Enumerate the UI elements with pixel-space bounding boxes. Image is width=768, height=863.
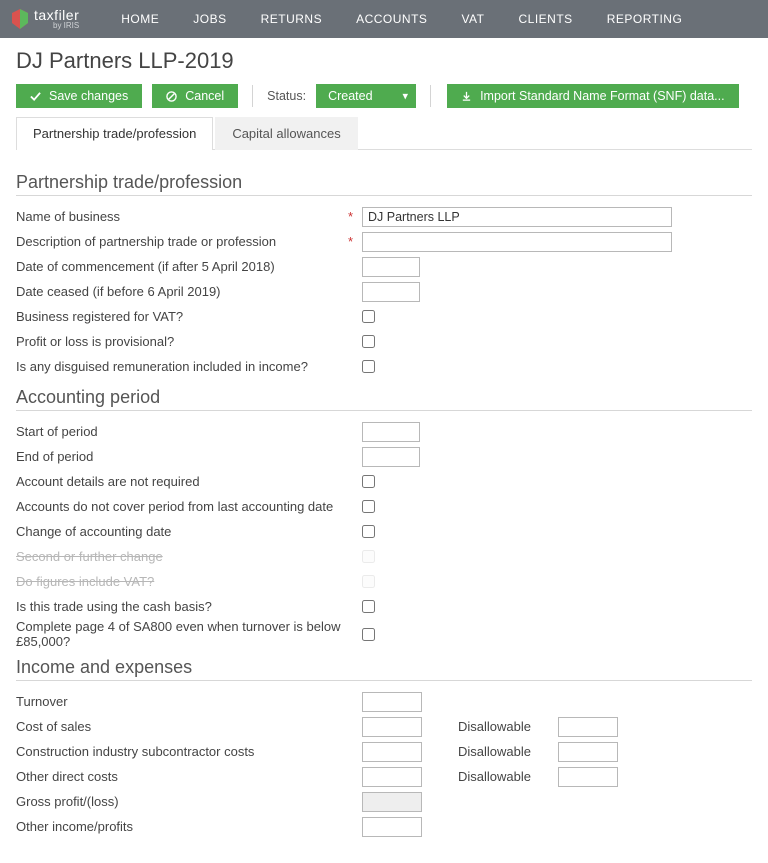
label-disallow-odc: Disallowable [458, 769, 558, 784]
label-description: Description of partnership trade or prof… [16, 234, 348, 249]
nav-clients[interactable]: CLIENTS [511, 8, 581, 30]
logo-icon [10, 9, 30, 29]
check-icon [30, 91, 41, 102]
input-cos-dis[interactable] [558, 717, 618, 737]
label-noacct: Account details are not required [16, 474, 348, 489]
import-button[interactable]: Import Standard Name Format (SNF) data..… [447, 84, 739, 108]
section-title-accounting: Accounting period [16, 387, 752, 408]
label-gross: Gross profit/(loss) [16, 794, 348, 809]
checkbox-vat[interactable] [362, 310, 375, 323]
action-bar: Save changes Cancel Status: Created Impo… [0, 82, 768, 116]
tab-capital-allowances[interactable]: Capital allowances [215, 117, 357, 150]
checkbox-figvat [362, 575, 375, 588]
separator [252, 85, 253, 107]
nav-returns[interactable]: RETURNS [253, 8, 331, 30]
label-turnover: Turnover [16, 694, 348, 709]
input-description[interactable] [362, 232, 672, 252]
label-odc: Other direct costs [16, 769, 348, 784]
label-other: Other income/profits [16, 819, 348, 834]
separator [430, 85, 431, 107]
input-ceased[interactable] [362, 282, 420, 302]
nav-home[interactable]: HOME [113, 8, 167, 30]
import-label: Import Standard Name Format (SNF) data..… [480, 89, 725, 103]
input-other[interactable] [362, 817, 422, 837]
label-change: Change of accounting date [16, 524, 348, 539]
checkbox-provisional[interactable] [362, 335, 375, 348]
brand-byline: by IRIS [34, 22, 79, 30]
label-disguised: Is any disguised remuneration included i… [16, 359, 348, 374]
top-navbar: taxfiler by IRIS HOME JOBS RETURNS ACCOU… [0, 0, 768, 38]
input-turnover[interactable] [362, 692, 422, 712]
required-icon: * [348, 209, 356, 224]
section-title-income: Income and expenses [16, 657, 752, 678]
input-end[interactable] [362, 447, 420, 467]
label-disallow-cos: Disallowable [458, 719, 558, 734]
nav-jobs[interactable]: JOBS [185, 8, 234, 30]
label-commencement: Date of commencement (if after 5 April 2… [16, 259, 348, 274]
label-name: Name of business [16, 209, 348, 224]
label-notcover: Accounts do not cover period from last a… [16, 499, 348, 514]
checkbox-notcover[interactable] [362, 500, 375, 513]
checkbox-change[interactable] [362, 525, 375, 538]
label-figvat: Do figures include VAT? [16, 574, 348, 589]
import-icon [461, 91, 472, 102]
brand-name: taxfiler [34, 8, 79, 22]
label-end: End of period [16, 449, 348, 464]
label-cis: Construction industry subcontractor cost… [16, 744, 348, 759]
input-odc[interactable] [362, 767, 422, 787]
nav-accounts[interactable]: ACCOUNTS [348, 8, 435, 30]
checkbox-second [362, 550, 375, 563]
label-disallow-cis: Disallowable [458, 744, 558, 759]
cancel-button[interactable]: Cancel [152, 84, 238, 108]
section-title-partnership: Partnership trade/profession [16, 172, 752, 193]
page-title: DJ Partners LLP-2019 [16, 48, 752, 74]
nav-reporting[interactable]: REPORTING [599, 8, 691, 30]
cancel-icon [166, 91, 177, 102]
label-provisional: Profit or loss is provisional? [16, 334, 348, 349]
label-cash: Is this trade using the cash basis? [16, 599, 348, 614]
checkbox-p4[interactable] [362, 628, 375, 641]
nav-items: HOME JOBS RETURNS ACCOUNTS VAT CLIENTS R… [113, 8, 690, 30]
input-cis[interactable] [362, 742, 422, 762]
checkbox-cash[interactable] [362, 600, 375, 613]
input-cos[interactable] [362, 717, 422, 737]
label-ceased: Date ceased (if before 6 April 2019) [16, 284, 348, 299]
tabs: Partnership trade/profession Capital all… [16, 116, 752, 150]
status-select[interactable]: Created [316, 84, 416, 108]
checkbox-disguised[interactable] [362, 360, 375, 373]
nav-vat[interactable]: VAT [453, 8, 492, 30]
input-start[interactable] [362, 422, 420, 442]
required-icon: * [348, 234, 356, 249]
input-name[interactable] [362, 207, 672, 227]
status-label: Status: [267, 89, 306, 103]
input-gross [362, 792, 422, 812]
save-button[interactable]: Save changes [16, 84, 142, 108]
input-cis-dis[interactable] [558, 742, 618, 762]
brand-logo[interactable]: taxfiler by IRIS [10, 8, 79, 30]
label-cos: Cost of sales [16, 719, 348, 734]
save-label: Save changes [49, 89, 128, 103]
cancel-label: Cancel [185, 89, 224, 103]
tab-partnership-trade[interactable]: Partnership trade/profession [16, 117, 213, 150]
label-second: Second or further change [16, 549, 348, 564]
label-vat: Business registered for VAT? [16, 309, 348, 324]
checkbox-noacct[interactable] [362, 475, 375, 488]
input-odc-dis[interactable] [558, 767, 618, 787]
label-p4: Complete page 4 of SA800 even when turno… [16, 619, 348, 649]
label-start: Start of period [16, 424, 348, 439]
input-commencement[interactable] [362, 257, 420, 277]
